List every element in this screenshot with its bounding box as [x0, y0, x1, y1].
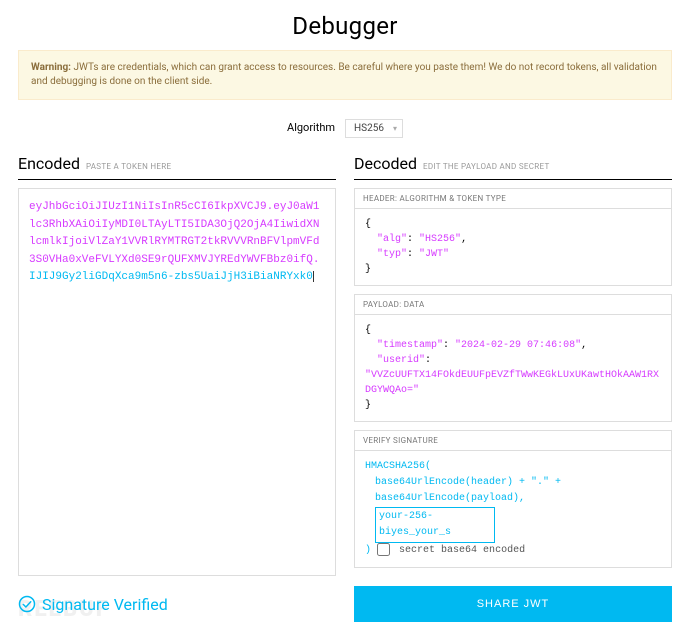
- typ-value: "JWT": [419, 249, 449, 260]
- decoded-heading: Decoded EDIT THE PAYLOAD AND SECRET: [354, 148, 672, 180]
- sig-close: ): [365, 545, 371, 556]
- payload-section-title: PAYLOAD: DATA: [355, 295, 671, 315]
- decoded-column: Decoded EDIT THE PAYLOAD AND SECRET HEAD…: [354, 148, 672, 576]
- algorithm-row: Algorithm HS256 ▾: [18, 116, 672, 138]
- sig-line1: base64UrlEncode(header) + "." +: [365, 475, 661, 491]
- jwt-header-part: eyJhbGciOiJIUzI1NiIsInR5cCI6IkpXVCJ9: [29, 201, 267, 213]
- encoded-column: Encoded PASTE A TOKEN HERE eyJhbGciOiJIU…: [18, 148, 336, 576]
- header-section-title: HEADER: ALGORITHM & TOKEN TYPE: [355, 189, 671, 209]
- jwt-signature-part: IJIJ9Gy2liGDqXca9m5n6-zbs5UaiJjH3iBiaNRY…: [29, 271, 313, 283]
- algorithm-label: Algorithm: [287, 121, 335, 134]
- jwt-dot2: .: [313, 254, 320, 266]
- warning-text: JWTs are credentials, which can grant ac…: [31, 62, 657, 87]
- encoded-textarea[interactable]: eyJhbGciOiJIUzI1NiIsInR5cCI6IkpXVCJ9.eyJ…: [18, 188, 336, 576]
- encoded-sub: PASTE A TOKEN HERE: [86, 162, 171, 171]
- payload-section: PAYLOAD: DATA { "timestamp": "2024-02-29…: [354, 294, 672, 422]
- signature-section-title: VERIFY SIGNATURE: [355, 431, 671, 451]
- signature-section-body: HMACSHA256( base64UrlEncode(header) + ".…: [355, 451, 671, 567]
- algorithm-select[interactable]: HS256 ▾: [345, 119, 403, 138]
- verified-area: Signature Verified: [18, 595, 336, 614]
- check-circle-icon: [18, 595, 36, 613]
- typ-key: "typ": [377, 249, 407, 260]
- chevron-down-icon: ▾: [393, 124, 397, 133]
- header-section-body[interactable]: { "alg": "HS256", "typ": "JWT" }: [355, 209, 671, 285]
- alg-key: "alg": [377, 234, 407, 245]
- userid-value: "VVZcUUFTX14FOkdEUUFpEVZfTWwKEGkLUxUKawt…: [365, 370, 659, 396]
- signature-verified: Signature Verified: [18, 595, 336, 614]
- secret-base64-checkbox[interactable]: [377, 543, 390, 556]
- encoded-heading-text: Encoded: [18, 154, 80, 173]
- timestamp-value: "2024-02-29 07:46:08": [455, 340, 581, 351]
- decoded-sub: EDIT THE PAYLOAD AND SECRET: [423, 162, 550, 171]
- sig-fn: HMACSHA256(: [365, 461, 431, 472]
- alg-value: "HS256": [419, 234, 461, 245]
- warning-banner: Warning: JWTs are credentials, which can…: [18, 50, 672, 100]
- secret-base64-label: secret base64 encoded: [399, 545, 525, 556]
- algorithm-value: HS256: [354, 123, 384, 134]
- warning-bold: Warning:: [31, 62, 71, 73]
- share-jwt-button[interactable]: SHARE JWT: [354, 586, 672, 622]
- secret-input[interactable]: your-256-biyes_your_s: [375, 507, 495, 543]
- header-section: HEADER: ALGORITHM & TOKEN TYPE { "alg": …: [354, 188, 672, 286]
- verified-text: Signature Verified: [42, 595, 168, 614]
- payload-section-body[interactable]: { "timestamp": "2024-02-29 07:46:08", "u…: [355, 315, 671, 421]
- encoded-heading: Encoded PASTE A TOKEN HERE: [18, 148, 336, 180]
- timestamp-key: "timestamp": [377, 340, 443, 351]
- text-cursor: [313, 271, 314, 282]
- page-title: Debugger: [18, 0, 672, 50]
- signature-section: VERIFY SIGNATURE HMACSHA256( base64UrlEn…: [354, 430, 672, 568]
- decoded-heading-text: Decoded: [354, 154, 417, 173]
- userid-key: "userid": [377, 355, 425, 366]
- sig-line2: base64UrlEncode(payload),: [365, 491, 661, 507]
